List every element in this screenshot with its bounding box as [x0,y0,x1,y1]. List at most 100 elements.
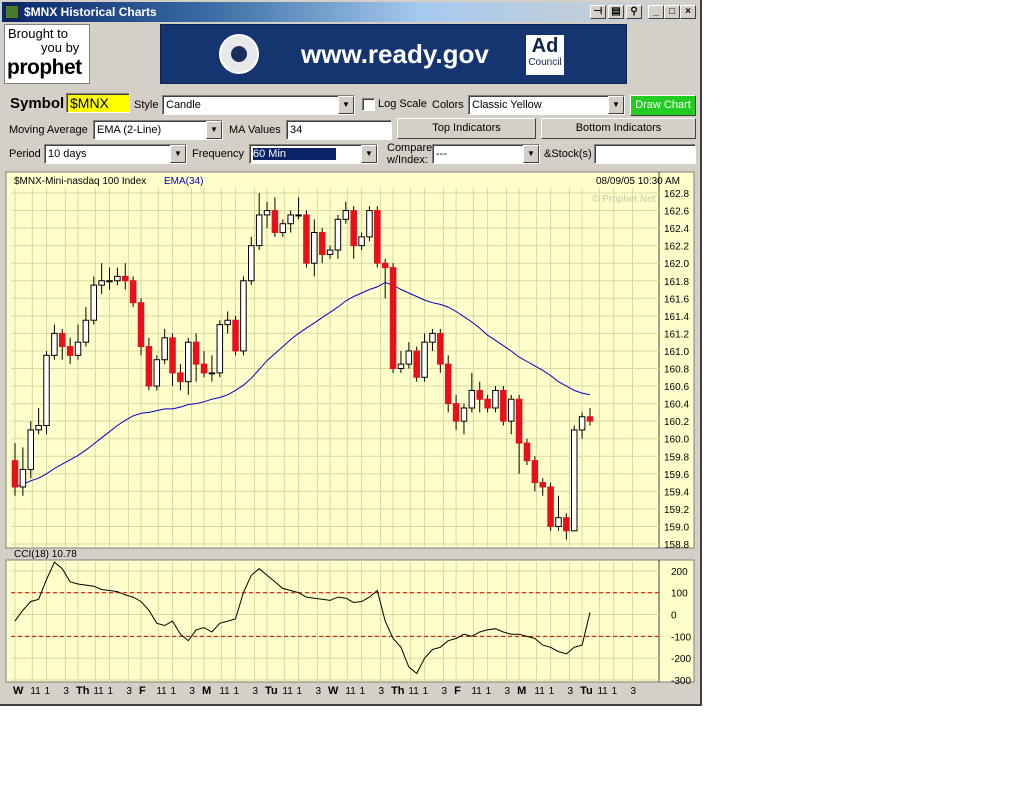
candle-body [90,284,98,321]
candle-body [74,341,82,356]
sponsor-line2: you by [41,40,80,55]
log-scale-checkbox[interactable] [362,98,375,111]
frequency-select[interactable]: 60 Min ▼ [249,144,378,164]
candle-body [366,210,373,238]
compare-index-select[interactable]: --- ▼ [432,144,540,164]
candle-body [531,460,539,484]
candle-body [586,416,594,422]
candle-body [484,398,491,409]
chevron-down-icon[interactable]: ▼ [170,145,186,163]
style-label: Style [134,99,159,111]
candle-body [578,416,586,431]
candle-body [255,214,263,247]
x-tick-label: 1 [45,686,51,697]
draw-chart-button[interactable]: Draw Chart [630,95,696,116]
top-indicators-button[interactable]: Top Indicators [397,118,536,139]
ema-label: EMA(34) [164,176,203,187]
ad-banner[interactable]: www.ready.gov Ad Council [160,24,627,84]
x-tick-label: 1 [423,686,429,697]
dhs-seal-icon [219,34,259,74]
candle-body [82,319,90,343]
candle-body [11,460,19,488]
price-tick-label: 160.2 [664,417,689,428]
price-tick-label: 162.6 [664,207,689,218]
ad-council-logo: Ad Council [526,35,564,75]
chevron-down-icon[interactable]: ▼ [338,96,354,114]
sponsor-box[interactable]: Brought to you by prophet [4,24,90,84]
bottom-indicators-button[interactable]: Bottom Indicators [541,118,696,139]
x-tick-label: W [328,685,339,697]
period-select[interactable]: 10 days ▼ [44,144,187,164]
watermark: © Prophet.Net [592,194,656,205]
candle-body [19,468,27,488]
candle-body [539,482,546,488]
x-tick-label: 3 [568,686,574,697]
period-value: 10 days [48,148,87,160]
x-tick-label: Tu [265,685,278,697]
x-tick-label: M [517,685,526,697]
frequency-value: 60 Min [253,148,337,160]
candle-body [460,407,468,422]
x-tick-label: 1 [297,686,303,697]
x-tick-label: 1 [171,686,177,697]
symbol-input[interactable]: $MNX [66,93,130,113]
candle-body [98,280,105,286]
stocks-input[interactable] [594,144,696,164]
maximize-button[interactable]: □ [664,5,680,19]
x-tick-label: 11 [156,686,167,697]
price-tick-label: 162.2 [664,242,689,253]
cci-tick-label: -300 [671,676,691,687]
colors-select[interactable]: Classic Yellow ▼ [468,95,625,115]
candle-body [563,517,570,532]
ma-values-label: MA Values [229,124,281,136]
pin-button[interactable]: ⊣ [590,5,606,19]
close-button[interactable]: × [680,5,696,19]
candle-body [374,210,381,264]
x-tick-label: Tu [580,685,593,697]
candle-body [318,231,326,255]
ma-values-input[interactable]: 34 [286,120,392,140]
x-tick-label: 11 [471,686,482,697]
prophet-logo: prophet [7,56,82,79]
x-tick-label: F [139,685,146,697]
x-tick-label: 11 [93,686,104,697]
chart-timestamp: 08/09/05 10:30 AM [596,176,680,187]
x-tick-label: 3 [189,686,195,697]
style-select[interactable]: Candle ▼ [162,95,355,115]
chevron-down-icon[interactable]: ▼ [608,96,624,114]
compare-index-value: --- [436,148,447,160]
chevron-down-icon[interactable]: ▼ [206,121,222,139]
colors-label: Colors [432,99,464,111]
zoom-button[interactable]: ⚲ [626,5,642,19]
x-tick-label: 3 [441,686,447,697]
banner-url: www.ready.gov [301,39,489,69]
price-tick-label: 160.0 [664,435,689,446]
candle-body [295,214,302,217]
candle-body [429,332,436,343]
chart-area[interactable]: 162.8 162.6 162.4 162.2 162.0 161.8 161.6 161.4… [4,170,696,700]
print-button[interactable]: ▤ [608,5,624,19]
candle-body [59,332,66,348]
x-tick-label: M [202,685,211,697]
minimize-button[interactable]: _ [648,5,664,19]
candle-body [216,324,224,374]
style-value: Candle [166,99,201,111]
candle-body [232,319,239,352]
chevron-down-icon[interactable]: ▼ [523,145,539,163]
price-tick-label: 161.2 [664,329,689,340]
app-window: $MNX Historical Charts ⊣ ▤ ⚲ _ □ × Broug… [0,0,702,706]
candle-body [303,214,310,264]
cci-tick-label: 200 [671,567,688,578]
candle-body [192,341,200,365]
price-chart-svg[interactable]: 162.8 162.6 162.4 162.2 162.0 161.8 161.6 161.4… [4,170,696,700]
price-tick-label: 161.4 [664,312,689,323]
candle-body [137,302,145,348]
chevron-down-icon[interactable]: ▼ [361,145,377,163]
candle-body [311,231,318,264]
candle-body [334,218,342,251]
moving-average-label: Moving Average [9,124,88,136]
moving-average-select[interactable]: EMA (2-Line) ▼ [93,120,223,140]
title-bar[interactable]: $MNX Historical Charts ⊣ ▤ ⚲ _ □ × [2,2,700,22]
candle-body [555,517,562,527]
log-scale-label: Log Scale [378,98,427,110]
